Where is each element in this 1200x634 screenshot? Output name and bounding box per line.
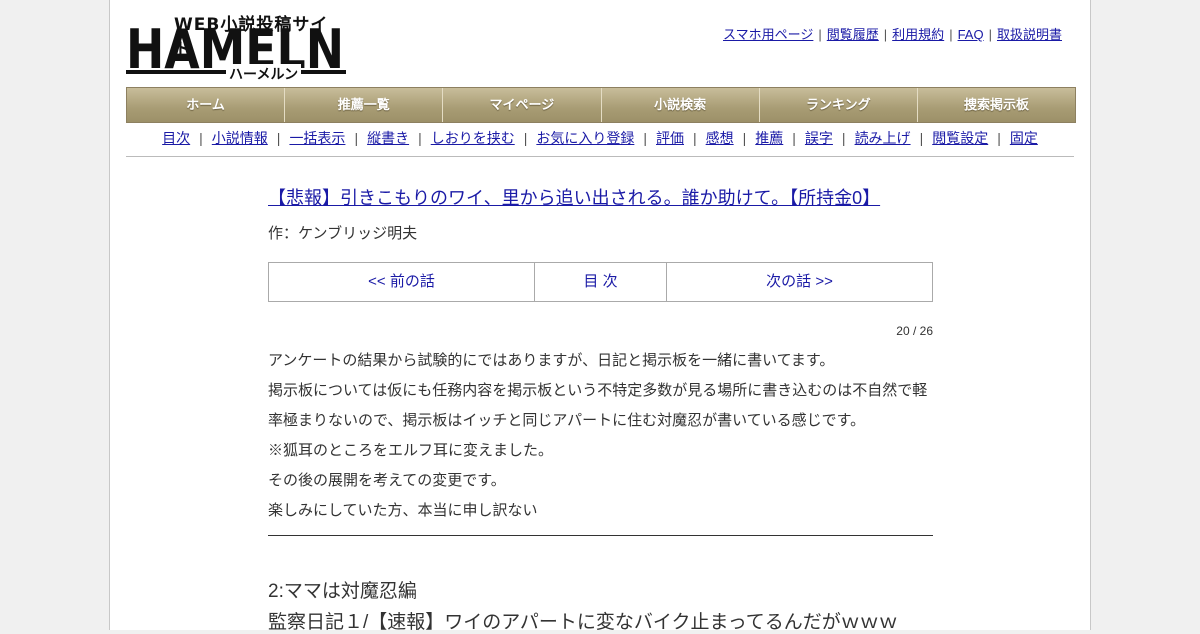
link-faq[interactable]: FAQ	[958, 27, 984, 42]
preface-line: 楽しみにしていた方、本当に申し訳ない	[268, 502, 538, 519]
separator: |	[693, 130, 697, 146]
separator: |	[742, 130, 747, 146]
link-terms[interactable]: 利用規約	[892, 27, 944, 42]
separator: |	[418, 130, 422, 146]
subnav-toc[interactable]: 目次	[162, 130, 190, 146]
nav-mypage[interactable]: マイページ	[443, 88, 602, 122]
logo-sub: ハーメルン	[226, 64, 302, 84]
link-history[interactable]: 閲覧履歴	[827, 27, 879, 42]
novel-content: 【悲報】引きこもりのワイ、里から追い出される。誰か助けて。【所持金0】 作：ケン…	[268, 180, 934, 633]
nav-search-board[interactable]: 捜索掲示板	[917, 88, 1076, 122]
subnav-novel-info[interactable]: 小説情報	[212, 130, 268, 146]
nav-ranking[interactable]: ランキング	[759, 88, 918, 122]
preface: アンケートの結果から試験的にではありますが、日記と掲示板を一緒に書いてます。 掲…	[268, 346, 933, 526]
subnav-vertical[interactable]: 縦書き	[367, 130, 409, 146]
subnav-view-settings[interactable]: 閲覧設定	[932, 130, 988, 146]
subnav-rating[interactable]: 評価	[656, 130, 684, 146]
separator: |	[949, 27, 953, 42]
preface-line: 掲示板については仮にも任務内容を掲示板という不特定多数が見る場所に書き込むのは不…	[268, 382, 928, 399]
separator: |	[988, 27, 992, 42]
subnav-review[interactable]: 感想	[706, 130, 734, 146]
novel-title[interactable]: 【悲報】引きこもりのワイ、里から追い出される。誰か助けて。【所持金0】	[268, 184, 934, 210]
chapter-title: 2:ママは対魔忍編	[268, 581, 417, 602]
nav-novel-search[interactable]: 小説検索	[601, 88, 760, 122]
preface-line: 率極まりないので、掲示板はイッチと同じアパートに住む対魔忍が書いている感じです。	[268, 412, 866, 429]
preface-divider	[268, 535, 933, 536]
link-smartphone[interactable]: スマホ用ページ	[723, 27, 813, 42]
subnav-pin[interactable]: 固定	[1010, 130, 1038, 146]
main-nav: ホーム 推薦一覧 マイページ 小説検索 ランキング 捜索掲示板	[126, 87, 1076, 123]
separator: |	[883, 27, 888, 42]
top-links: スマホ用ページ | 閲覧履歴 | 利用規約 | FAQ | 取扱説明書	[723, 24, 1062, 43]
nav-home[interactable]: ホーム	[127, 88, 286, 122]
separator: |	[919, 130, 924, 146]
separator: |	[276, 130, 281, 146]
preface-line: ※狐耳のところをエルフ耳に変えました。	[268, 442, 554, 459]
separator: |	[523, 130, 528, 146]
episode-pager: << 前の話 目 次 次の話 >>	[268, 262, 933, 302]
separator: |	[354, 130, 359, 146]
separator: |	[199, 130, 203, 146]
subnav-read-aloud[interactable]: 読み上げ	[855, 130, 911, 146]
subnav-divider	[126, 156, 1074, 157]
preface-line: その後の展開を考えての変更です。	[268, 472, 506, 489]
subnav-favorite[interactable]: お気に入り登録	[536, 130, 634, 146]
subnav-show-all[interactable]: 一括表示	[289, 130, 345, 146]
page-container: WEB小説投稿サイト HAMELN ハーメルン スマホ用ページ | 閲覧履歴 | 利用規…	[109, 0, 1091, 633]
separator: |	[997, 130, 1001, 146]
nav-recommendations[interactable]: 推薦一覧	[285, 88, 444, 122]
prev-episode-link[interactable]: << 前の話	[269, 263, 535, 301]
next-episode-link[interactable]: 次の話 >>	[667, 263, 932, 301]
link-manual[interactable]: 取扱説明書	[997, 27, 1062, 42]
separator: |	[818, 27, 822, 42]
subnav-bookmark[interactable]: しおりを挟む	[431, 130, 515, 146]
novel-subnav: 目次 | 小説情報 | 一括表示 | 縦書き | しおりを挟む | お気に入り登録 | 評価 | 感想 | 推薦…	[126, 128, 1074, 148]
preface-line: アンケートの結果から試験的にではありますが、日記と掲示板を一緒に書いてます。	[268, 352, 835, 369]
separator: |	[841, 130, 846, 146]
subnav-recommend[interactable]: 推薦	[755, 130, 783, 146]
hameln-logo[interactable]: WEB小説投稿サイト HAMELN ハーメルン	[126, 10, 346, 84]
separator: |	[792, 130, 796, 146]
novel-author: 作：ケンブリッジ明夫	[268, 225, 418, 242]
separator: |	[643, 130, 647, 146]
episode-counter: 20 / 26	[896, 324, 933, 338]
toc-link[interactable]: 目 次	[535, 263, 667, 301]
subnav-typo[interactable]: 誤字	[805, 130, 833, 146]
